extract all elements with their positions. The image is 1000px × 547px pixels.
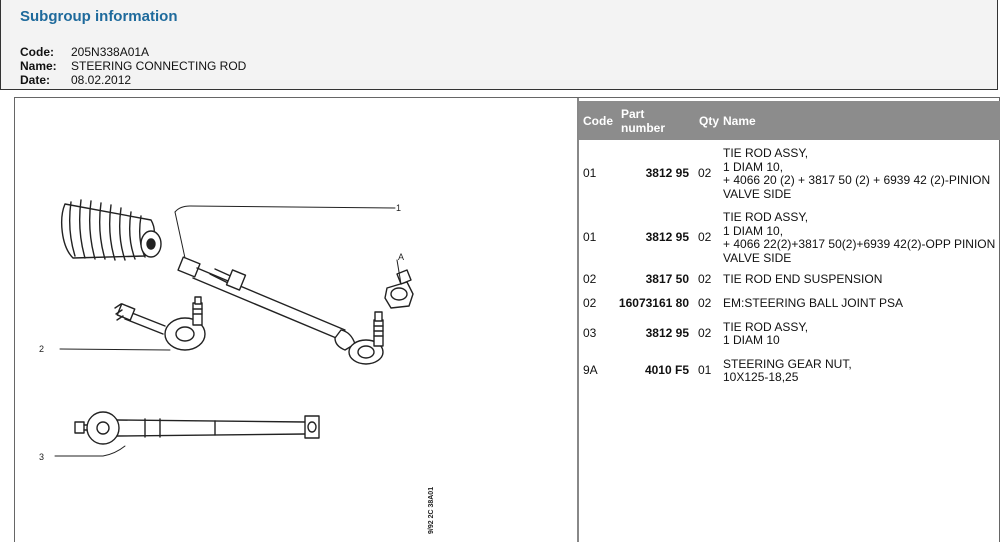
meta-label: Code: — [20, 45, 54, 59]
cell-qty: 02 — [698, 230, 712, 245]
cell-name: TIE ROD END SUSPENSION — [723, 272, 883, 287]
callout-3: 3 — [39, 452, 44, 462]
steering-gear-nut — [384, 269, 414, 309]
tie-rod-end — [114, 296, 206, 351]
table-header: Code Part number Qty Name — [579, 101, 1000, 140]
cell-qty: 02 — [698, 326, 712, 341]
meta-row-code: Code: 205N338A01A — [20, 45, 246, 59]
cell-code: 01 — [583, 166, 597, 181]
meta-row-name: Name: STEERING CONNECTING ROD — [20, 59, 246, 73]
table-row[interactable]: 03 3812 95 02 TIE ROD ASSY, 1 DIAM 10 — [579, 320, 1000, 348]
meta-value: 08.02.2012 — [71, 73, 132, 87]
parts-drawing: 1 A 2 3 9/92 2C 38A01 — [15, 98, 575, 542]
meta-label: Date: — [20, 73, 51, 87]
cell-part-number[interactable]: 3812 95 — [617, 167, 696, 181]
cell-name: EM:STEERING BALL JOINT PSA — [723, 296, 904, 311]
col-name-header[interactable]: Name — [721, 114, 1000, 128]
cell-name: TIE ROD ASSY, 1 DIAM 10 — [723, 319, 809, 347]
table-row[interactable]: 9A 4010 F5 01 STEERING GEAR NUT, 10X125-… — [579, 357, 1000, 385]
col-part-header[interactable]: Part number — [617, 107, 696, 135]
cell-part-number[interactable]: 3817 50 — [617, 273, 696, 287]
callout-1: 1 — [396, 203, 401, 213]
drawing-stamp: 9/92 2C 38A01 — [428, 487, 435, 534]
cell-code: 9A — [583, 363, 598, 378]
meta-value: STEERING CONNECTING ROD — [71, 59, 247, 73]
inner-tie-rod — [74, 411, 320, 445]
callout-2: 2 — [39, 344, 44, 354]
cell-part-number[interactable]: 3812 95 — [617, 231, 696, 245]
cell-part-number[interactable]: 16073161 80 — [617, 297, 696, 311]
cell-qty: 02 — [698, 272, 712, 287]
subgroup-header: Subgroup information Code: 205N338A01A N… — [0, 0, 998, 90]
parts-table: Code Part number Qty Name 01 3812 95 02 … — [579, 101, 1000, 385]
table-row[interactable]: 01 3812 95 02 TIE ROD ASSY, 1 DIAM 10, +… — [579, 146, 1000, 202]
meta-value: 205N338A01A — [71, 45, 150, 59]
cell-code: 01 — [583, 230, 597, 245]
table-row[interactable]: 02 3817 50 02 TIE ROD END SUSPENSION — [579, 272, 1000, 288]
exploded-view-svg: 1 A 2 3 9/92 2C 38A01 — [39, 199, 435, 534]
cell-code: 03 — [583, 326, 597, 341]
table-row[interactable]: 02 16073161 80 02 EM:STEERING BALL JOINT… — [579, 296, 1000, 312]
tie-rod-assembly — [177, 256, 384, 365]
subgroup-title: Subgroup information — [20, 8, 178, 25]
cell-code: 02 — [583, 296, 597, 311]
cell-qty: 02 — [698, 296, 712, 311]
meta-label: Name: — [20, 59, 57, 73]
cell-qty: 01 — [698, 363, 712, 378]
cell-name: TIE ROD ASSY, 1 DIAM 10, + 4066 20 (2) +… — [723, 146, 991, 201]
meta-row-date: Date: 08.02.2012 — [20, 73, 246, 87]
cell-name: TIE ROD ASSY, 1 DIAM 10, + 4066 22(2)+38… — [723, 210, 996, 265]
cell-code: 02 — [583, 272, 597, 287]
cell-part-number[interactable]: 4010 F5 — [617, 364, 696, 378]
bellows-boot — [61, 199, 162, 261]
subgroup-meta: Code: 205N338A01A Name: STEERING CONNECT… — [20, 45, 246, 87]
cell-part-number[interactable]: 3812 95 — [617, 327, 696, 341]
cell-qty: 02 — [698, 166, 712, 181]
table-row[interactable]: 01 3812 95 02 TIE ROD ASSY, 1 DIAM 10, +… — [579, 210, 1000, 266]
col-qty-header[interactable]: Qty — [696, 114, 721, 128]
callout-a: A — [398, 252, 404, 262]
col-code-header[interactable]: Code — [579, 114, 617, 128]
cell-name: STEERING GEAR NUT, 10X125-18,25 — [723, 356, 852, 384]
